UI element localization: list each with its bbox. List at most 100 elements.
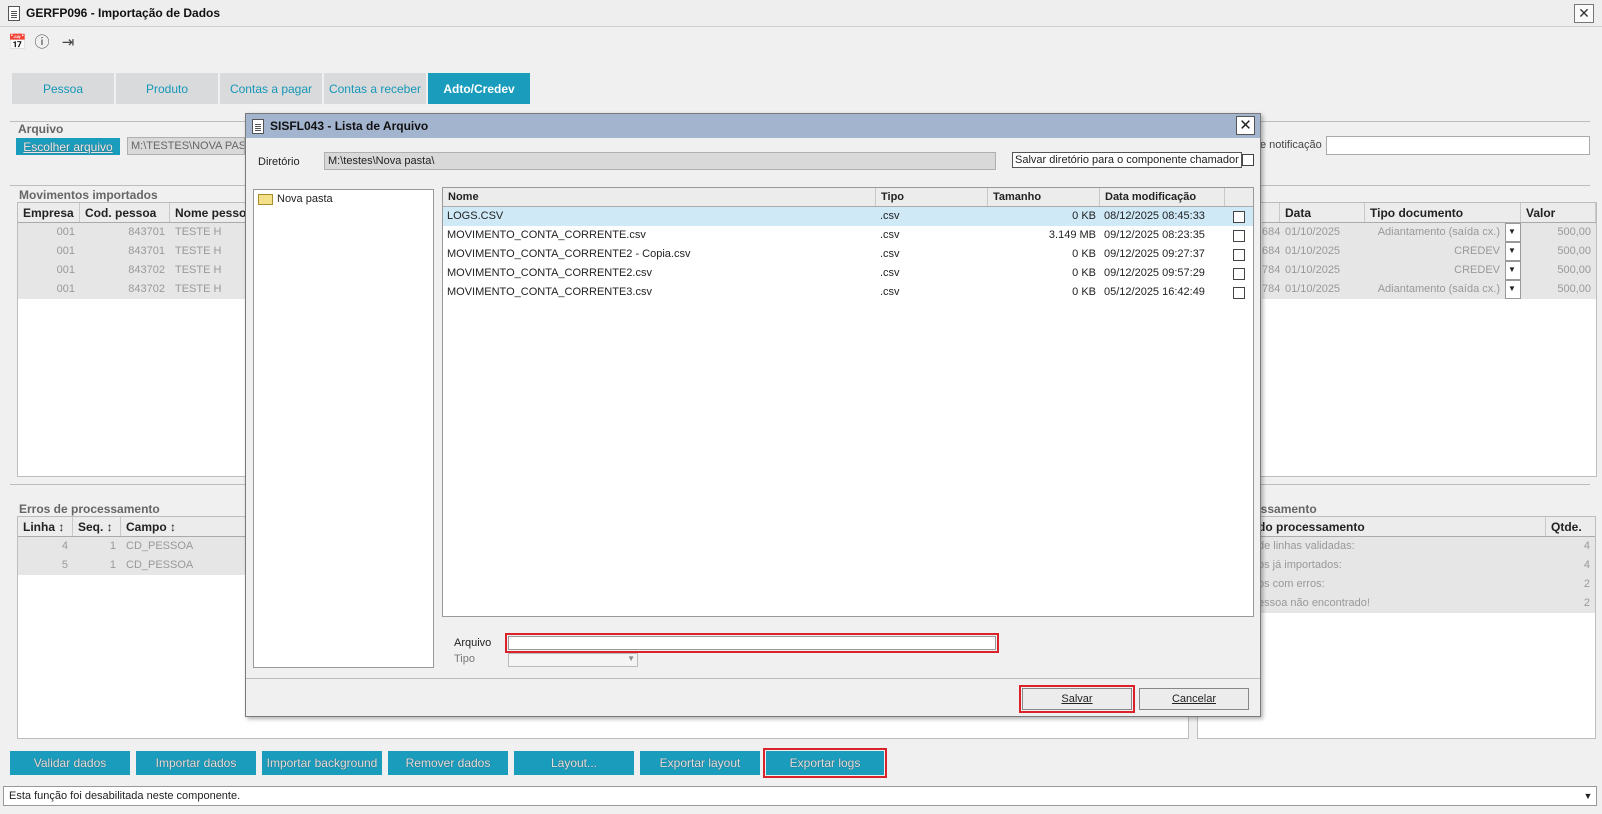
tab-contas-a-receber[interactable]: Contas a receber bbox=[324, 73, 426, 104]
tipo-documento-select[interactable]: Adiantamento (saída cx.) bbox=[1365, 280, 1505, 299]
import-data-button[interactable]: Importar dados bbox=[136, 751, 256, 775]
cell: 4 bbox=[1583, 540, 1590, 552]
chevron-down-icon[interactable]: ▼ bbox=[1505, 261, 1521, 280]
col-cod-pessoa[interactable]: Cod. pessoa bbox=[80, 203, 170, 222]
tab-contas-a-pagar[interactable]: Contas a pagar bbox=[220, 73, 322, 104]
filename-label: Arquivo bbox=[454, 637, 492, 649]
cell: 01/10/2025 bbox=[1285, 264, 1341, 276]
layout-button[interactable]: Layout... bbox=[514, 751, 634, 775]
export-logs-button[interactable]: Exportar logs bbox=[763, 748, 887, 778]
file-type: .csv bbox=[880, 229, 900, 241]
table-row[interactable]: 784 01/10/2025 CREDEV ▼ 500,00 bbox=[1262, 261, 1596, 280]
cell: 500,00 bbox=[1557, 245, 1591, 257]
file-name: MOVIMENTO_CONTA_CORRENTE.csv bbox=[447, 229, 646, 241]
file-row[interactable]: LOGS.CSV .csv 0 KB 08/12/2025 08:45:33 bbox=[443, 207, 1253, 226]
tab-adto-credev[interactable]: Adto/Credev bbox=[428, 73, 530, 104]
col-tamanho[interactable]: Tamanho bbox=[988, 188, 1100, 206]
cell: 684 bbox=[1262, 226, 1280, 238]
file-checkbox[interactable] bbox=[1233, 268, 1245, 280]
chevron-down-icon[interactable]: ▼ bbox=[1505, 242, 1521, 261]
choose-file-button[interactable]: Escolher arquivo bbox=[16, 138, 120, 155]
table-row[interactable]: 001 843702 TESTE H bbox=[18, 280, 248, 299]
file-date: 05/12/2025 16:42:49 bbox=[1104, 286, 1205, 298]
table-row[interactable]: 4 1 CD_PESSOA bbox=[18, 537, 248, 556]
file-size: 0 KB bbox=[1072, 286, 1096, 298]
dialog-close-button[interactable]: ✕ bbox=[1236, 116, 1255, 135]
col-campo[interactable]: Campo ↕ bbox=[121, 517, 248, 536]
remove-data-button[interactable]: Remover dados bbox=[388, 751, 508, 775]
chevron-down-icon: ▼ bbox=[627, 654, 635, 663]
cancel-button[interactable]: Cancelar bbox=[1139, 688, 1249, 710]
file-row[interactable]: MOVIMENTO_CONTA_CORRENTE.csv .csv 3.149 … bbox=[443, 226, 1253, 245]
table-row[interactable]: 684 01/10/2025 Adiantamento (saída cx.) … bbox=[1262, 223, 1596, 242]
calendar-icon[interactable]: 📅 bbox=[8, 35, 27, 51]
divider bbox=[246, 678, 1260, 679]
export-layout-button[interactable]: Exportar layout bbox=[640, 751, 760, 775]
movimentos-right-grid: Data Tipo documento Valor 684 01/10/2025… bbox=[1262, 203, 1596, 299]
filename-input[interactable] bbox=[505, 633, 999, 653]
file-checkbox[interactable] bbox=[1233, 249, 1245, 261]
col-tipo[interactable]: Tipo bbox=[876, 188, 988, 206]
window-close-button[interactable]: ✕ bbox=[1574, 4, 1594, 23]
cell: 001 bbox=[56, 264, 75, 276]
file-size: 3.149 MB bbox=[1048, 229, 1096, 241]
table-row[interactable]: 5 1 CD_PESSOA bbox=[18, 556, 248, 575]
exit-icon[interactable]: ⇥ bbox=[60, 35, 76, 51]
chevron-down-icon[interactable]: ▼ bbox=[1580, 788, 1596, 804]
folder-icon bbox=[258, 193, 273, 205]
col-nome-pessoa[interactable]: Nome pessoa bbox=[170, 203, 248, 222]
save-directory-checkbox[interactable] bbox=[1242, 154, 1254, 166]
tipo-documento-select[interactable]: CREDEV bbox=[1365, 261, 1505, 280]
file-row[interactable]: MOVIMENTO_CONTA_CORRENTE2 - Copia.csv .c… bbox=[443, 245, 1253, 264]
col-nome[interactable]: Nome bbox=[443, 188, 876, 206]
file-checkbox[interactable] bbox=[1233, 287, 1245, 299]
file-list-dialog: SISFL043 - Lista de Arquivo ✕ Diretório … bbox=[245, 113, 1261, 717]
table-row[interactable]: 684 01/10/2025 CREDEV ▼ 500,00 bbox=[1262, 242, 1596, 261]
chevron-down-icon[interactable]: ▼ bbox=[1505, 223, 1521, 242]
file-row[interactable]: MOVIMENTO_CONTA_CORRENTE2.csv .csv 0 KB … bbox=[443, 264, 1253, 283]
file-name: MOVIMENTO_CONTA_CORRENTE2 - Copia.csv bbox=[447, 248, 691, 260]
file-name: MOVIMENTO_CONTA_CORRENTE2.csv bbox=[447, 267, 652, 279]
notification-input[interactable] bbox=[1326, 136, 1590, 155]
file-checkbox[interactable] bbox=[1233, 230, 1245, 242]
col-tipo-documento[interactable]: Tipo documento bbox=[1365, 203, 1521, 222]
chevron-down-icon[interactable]: ▼ bbox=[1505, 280, 1521, 299]
file-size: 0 KB bbox=[1072, 210, 1096, 222]
file-row[interactable]: MOVIMENTO_CONTA_CORRENTE3.csv .csv 0 KB … bbox=[443, 283, 1253, 302]
col-valor[interactable]: Valor bbox=[1521, 203, 1596, 222]
cell: 001 bbox=[56, 226, 75, 238]
help-icon[interactable]: ⓘ bbox=[34, 35, 50, 51]
save-directory-label: Salvar diretório para o componente chama… bbox=[1012, 152, 1242, 168]
file-date: 09/12/2025 09:27:37 bbox=[1104, 248, 1205, 260]
file-type: .csv bbox=[880, 286, 900, 298]
table-row[interactable]: 001 843701 TESTE H bbox=[18, 223, 248, 242]
erros-header: Linha ↕ Seq. ↕ Campo ↕ bbox=[18, 517, 248, 537]
col-seq[interactable]: Seq. ↕ bbox=[73, 517, 121, 536]
erros-title: Erros de processamento bbox=[19, 502, 160, 516]
col-data[interactable]: Data bbox=[1280, 203, 1365, 222]
file-size: 0 KB bbox=[1072, 267, 1096, 279]
col-empresa[interactable]: Empresa bbox=[18, 203, 80, 222]
file-path-field[interactable]: M:\TESTES\NOVA PAST bbox=[127, 137, 245, 155]
filetype-select[interactable]: ▼ bbox=[508, 653, 638, 667]
table-row[interactable]: 784 01/10/2025 Adiantamento (saída cx.) … bbox=[1262, 280, 1596, 299]
cell: 843701 bbox=[128, 226, 165, 238]
tab-pessoa[interactable]: Pessoa bbox=[12, 73, 114, 104]
col-linha[interactable]: Linha ↕ bbox=[18, 517, 73, 536]
table-row[interactable]: 001 843702 TESTE H bbox=[18, 261, 248, 280]
table-row[interactable]: 001 843701 TESTE H bbox=[18, 242, 248, 261]
col-qtde[interactable]: Qtde. bbox=[1546, 517, 1595, 536]
tipo-documento-select[interactable]: CREDEV bbox=[1365, 242, 1505, 261]
import-background-button[interactable]: Importar background bbox=[262, 751, 382, 775]
tab-produto[interactable]: Produto bbox=[116, 73, 218, 104]
folder-item[interactable]: Nova pasta bbox=[254, 190, 433, 208]
tipo-documento-select[interactable]: Adiantamento (saída cx.) bbox=[1365, 223, 1505, 242]
validate-data-button[interactable]: Validar dados bbox=[10, 751, 130, 775]
file-checkbox[interactable] bbox=[1233, 211, 1245, 223]
document-icon bbox=[8, 5, 20, 21]
save-button[interactable]: Salvar bbox=[1019, 685, 1135, 713]
directory-field[interactable]: M:\testes\Nova pasta\ bbox=[324, 152, 996, 170]
col-data-modificacao[interactable]: Data modificação bbox=[1100, 188, 1225, 206]
file-type: .csv bbox=[880, 267, 900, 279]
cell: 4 bbox=[1583, 559, 1590, 571]
